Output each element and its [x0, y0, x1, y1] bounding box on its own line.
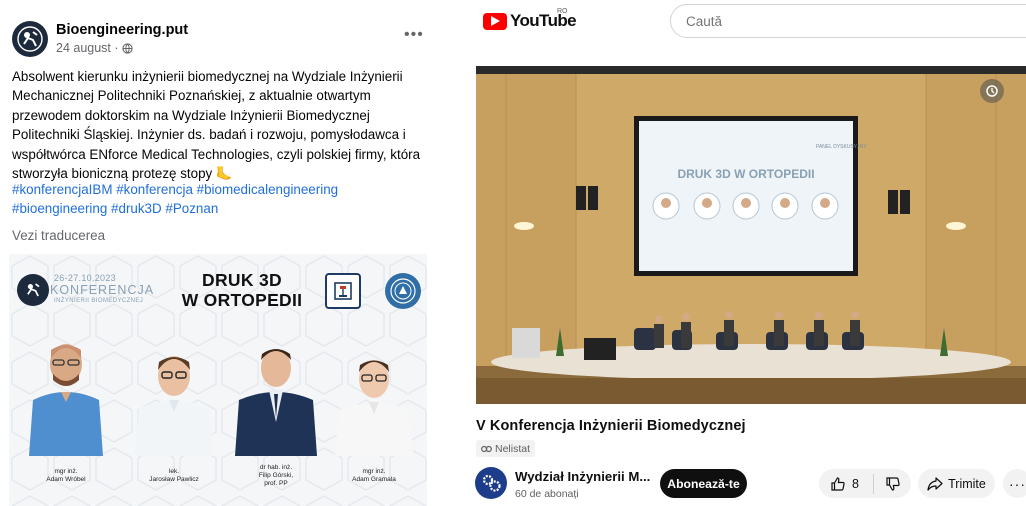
- subscribe-button[interactable]: Abonează-te: [660, 469, 747, 498]
- hashtag-link[interactable]: #bioengineering: [12, 201, 107, 216]
- conference-label: KONFERENCJA: [50, 283, 155, 297]
- play-icon: [483, 12, 507, 30]
- facebook-post: Bioengineering.put 24 august · ••• Absol…: [0, 0, 440, 506]
- speaker-label: mgr inż. Adam Gramala: [319, 468, 427, 484]
- video-player[interactable]: PANEL DYSKUSYJNY DRUK 3D W ORTOPEDII: [476, 66, 1026, 404]
- speaker-photo: [129, 350, 219, 470]
- visibility-badge: Nelistat: [476, 440, 536, 457]
- svg-text:DRUK 3D W ORTOPEDII: DRUK 3D W ORTOPEDII: [677, 167, 814, 181]
- promo-title-line2: W ORTOPEDII: [181, 290, 303, 310]
- hashtag-link[interactable]: #konferencja: [116, 182, 193, 197]
- conference-promo-image[interactable]: 26-27.10.2023 KONFERENCJA INŻYNIERII BIO…: [9, 254, 427, 506]
- speaker-title: mgr inż.: [54, 468, 78, 475]
- hashtag-link[interactable]: #Poznan: [165, 201, 218, 216]
- search-input[interactable]: [670, 4, 1026, 38]
- video-frame-conference-stage: PANEL DYSKUSYJNY DRUK 3D W ORTOPEDII: [476, 66, 1026, 404]
- conference-subtitle: INŻYNIERII BIOMEDYCZNEJ: [54, 298, 144, 304]
- share-arrow-icon: [927, 476, 943, 491]
- speaker-photo: [21, 336, 111, 456]
- like-count: 8: [852, 476, 859, 491]
- channel-avatar[interactable]: [475, 467, 507, 499]
- page-avatar[interactable]: [12, 21, 48, 57]
- speaker-name: Jarosław Pawlicz: [149, 476, 199, 483]
- like-button[interactable]: 8: [819, 469, 873, 498]
- thumbs-down-icon: [885, 476, 900, 491]
- speaker-label: dr hab. inż. Filip Górski, prof. PP: [221, 464, 331, 488]
- post-date[interactable]: 24 august ·: [56, 41, 133, 55]
- promo-title-line1: DRUK 3D: [202, 270, 282, 290]
- dislike-button[interactable]: [874, 469, 911, 498]
- speaker-title: mgr inż.: [362, 468, 386, 475]
- gears-icon: [482, 474, 501, 492]
- speaker-label: lek. Jarosław Pawlicz: [119, 468, 229, 484]
- speaker-label: mgr inż. Adam Wróbel: [11, 468, 121, 484]
- visibility-label: Nelistat: [495, 442, 531, 455]
- university-seal-icon: [385, 273, 421, 309]
- speaker-name: Adam Wróbel: [46, 476, 86, 483]
- post-text: Absolwent kierunku inżynierii biomedyczn…: [12, 69, 421, 182]
- 3d-printer-icon: [325, 273, 361, 309]
- conference-logo-icon: [17, 274, 49, 306]
- post-date-text[interactable]: 24 august ·: [56, 41, 119, 55]
- share-button[interactable]: Trimite: [918, 469, 995, 498]
- page-name[interactable]: Bioengineering.put: [56, 22, 188, 38]
- bioengineering-logo-icon: [17, 26, 43, 52]
- speaker-name: Filip Górski,: [258, 472, 294, 479]
- link-icon: [481, 445, 492, 452]
- more-actions-icon[interactable]: ···: [1003, 469, 1026, 498]
- screenshot-root: Bioengineering.put 24 august · ••• Absol…: [0, 0, 1026, 506]
- see-translation-link[interactable]: Vezi traducerea: [12, 228, 105, 243]
- region-code: RO: [557, 8, 568, 15]
- speaker-title: lek.: [168, 468, 180, 475]
- video-overlay-icon[interactable]: [980, 79, 1004, 103]
- globe-icon: [121, 42, 133, 54]
- video-title: V Konferencja Inżynierii Biomedycznej: [476, 418, 746, 434]
- speaker-title: dr hab. inż.: [259, 464, 293, 471]
- conference-dates: 26-27.10.2023: [54, 273, 116, 283]
- hashtag-link[interactable]: #konferencjaIBM: [12, 182, 112, 197]
- post-hashtags: #konferencjaIBM #konferencja #biomedical…: [12, 180, 430, 219]
- post-options-icon[interactable]: •••: [404, 26, 424, 44]
- svg-text:PANEL DYSKUSYJNY: PANEL DYSKUSYJNY: [816, 144, 867, 150]
- speaker-extra: prof. PP: [264, 480, 288, 487]
- speaker-photo: [329, 354, 419, 474]
- thumbs-up-icon: [831, 476, 845, 491]
- subscriber-count: 60 de abonați: [515, 488, 579, 500]
- speaker-name: Adam Gramala: [352, 476, 396, 483]
- like-dislike-group: 8: [819, 469, 911, 498]
- speaker-photo: [231, 342, 321, 462]
- share-label: Trimite: [948, 476, 986, 491]
- hashtag-link[interactable]: #biomedicalengineering: [197, 182, 338, 197]
- hashtag-link[interactable]: #druk3D: [111, 201, 162, 216]
- channel-name[interactable]: Wydział Inżynierii M...: [515, 469, 650, 484]
